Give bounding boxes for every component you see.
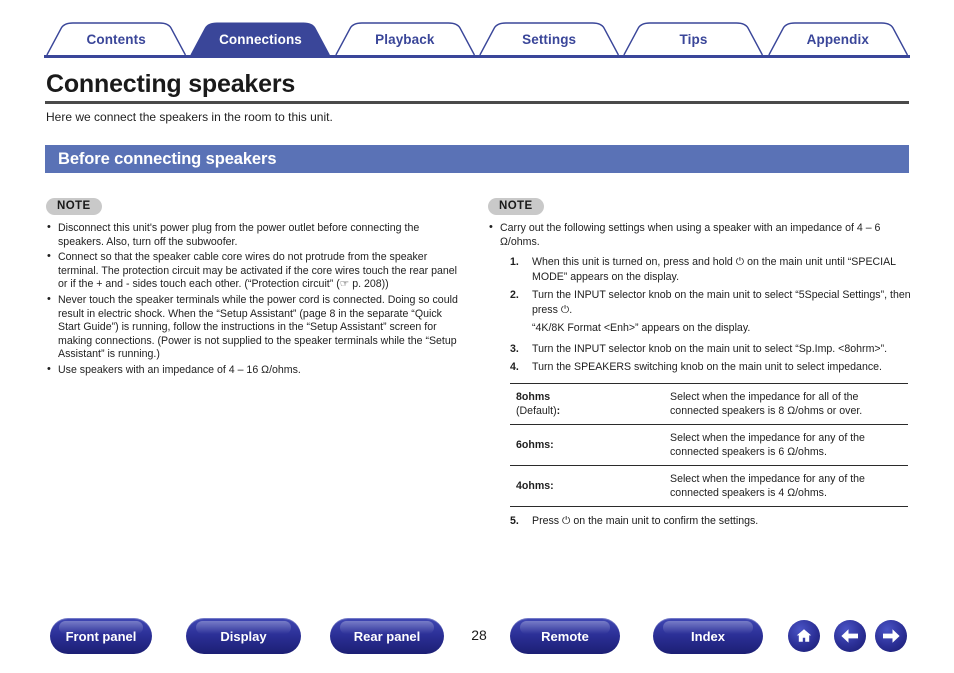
tab-settings[interactable]: Settings bbox=[476, 22, 622, 56]
remote-button[interactable]: Remote bbox=[510, 618, 620, 654]
impedance-label: 4ohms: bbox=[516, 480, 554, 493]
impedance-table: 8ohms (Default): Select when the impedance… bbox=[510, 383, 908, 508]
final-step-number: 5. bbox=[510, 515, 519, 528]
tab-bar: Contents Connections Playback Settings Tips A… bbox=[44, 22, 910, 58]
right-column: NOTE Carry out the following settings wh… bbox=[488, 196, 912, 529]
step-text: When this unit is turned on, press and h… bbox=[532, 256, 896, 284]
final-step: 5. Press ⏻ on the main unit to confirm t… bbox=[510, 514, 912, 529]
home-icon[interactable] bbox=[788, 620, 820, 652]
tab-contents[interactable]: Contents bbox=[44, 22, 189, 56]
right-note-list: Carry out the following settings when us… bbox=[488, 221, 912, 249]
list-item: Carry out the following settings when us… bbox=[488, 221, 912, 249]
left-note-list: Disconnect this unit's power plug from t… bbox=[46, 221, 466, 378]
table-row: 4ohms: Select when the impedance for any … bbox=[510, 465, 908, 508]
page-lead-text: Here we connect the speakers in the room… bbox=[46, 110, 333, 124]
step-number: 3. bbox=[510, 343, 519, 356]
table-row: 8ohms (Default): Select when the impedance… bbox=[510, 383, 908, 425]
table-cell-description: Select when the impedance for any of the… bbox=[670, 424, 908, 466]
step-number: 1. bbox=[510, 256, 519, 269]
arrow-right-icon[interactable] bbox=[875, 620, 907, 652]
table-cell-key: 8ohms (Default): bbox=[510, 383, 670, 425]
right-steps-second: 3. Turn the INPUT selector knob on the ma… bbox=[488, 342, 912, 375]
tab-label: Appendix bbox=[806, 31, 869, 47]
section-header-title: Before connecting speakers bbox=[58, 149, 277, 168]
tab-label: Tips bbox=[679, 31, 708, 47]
list-item: Disconnect this unit's power plug from t… bbox=[46, 221, 466, 249]
tab-label: Connections bbox=[219, 31, 302, 47]
page-number: 28 bbox=[471, 627, 487, 643]
note-badge-right: NOTE bbox=[488, 198, 544, 215]
impedance-label: 6ohms: bbox=[516, 439, 554, 452]
tab-connections[interactable]: Connections bbox=[188, 22, 333, 56]
tab-tips[interactable]: Tips bbox=[621, 22, 766, 56]
right-steps-first: 1. When this unit is turned on, press and… bbox=[488, 255, 912, 318]
table-cell-description: Select when the impedance for all of the… bbox=[670, 383, 908, 425]
table-cell-key: 6ohms: bbox=[510, 424, 670, 466]
list-item: Never touch the speaker terminals while … bbox=[46, 293, 466, 362]
step-text: Turn the INPUT selector knob on the main… bbox=[532, 289, 911, 317]
index-button[interactable]: Index bbox=[653, 618, 763, 654]
list-item: Connect so that the speaker cable core w… bbox=[46, 250, 466, 292]
final-step-text: Press ⏻ on the main unit to confirm the … bbox=[532, 515, 759, 528]
tab-playback[interactable]: Playback bbox=[332, 22, 477, 56]
step-item: 1. When this unit is turned on, press and… bbox=[510, 255, 912, 285]
table-row: 6ohms: Select when the impedance for any … bbox=[510, 424, 908, 466]
display-button[interactable]: Display bbox=[186, 618, 301, 654]
arrow-left-icon[interactable] bbox=[834, 620, 866, 652]
tab-label: Playback bbox=[375, 31, 435, 47]
page-title: Connecting speakers bbox=[46, 70, 296, 98]
tab-baseline bbox=[44, 55, 910, 58]
impedance-default-label: (Default) bbox=[516, 405, 557, 418]
step-item: 3. Turn the INPUT selector knob on the ma… bbox=[510, 342, 912, 357]
tab-appendix[interactable]: Appendix bbox=[765, 22, 910, 56]
note-badge-left: NOTE bbox=[46, 198, 102, 215]
left-column: NOTE Disconnect this unit's power plug f… bbox=[46, 196, 466, 380]
step-text: Turn the INPUT selector knob on the main… bbox=[532, 343, 888, 356]
step-number: 2. bbox=[510, 289, 519, 302]
list-item: Use speakers with an impedance of 4 – 16… bbox=[46, 363, 466, 378]
front-panel-button[interactable]: Front panel bbox=[50, 618, 152, 654]
title-divider bbox=[45, 101, 909, 104]
impedance-label: 8ohms bbox=[516, 391, 551, 404]
footer-navigation: Front panel Display Rear panel 28 Remote… bbox=[0, 618, 954, 658]
tab-label: Contents bbox=[86, 31, 146, 47]
impedance-default-colon: : bbox=[556, 405, 561, 418]
section-header: Before connecting speakers bbox=[45, 145, 909, 173]
step-item: 4. Turn the SPEAKERS switching knob on th… bbox=[510, 360, 912, 375]
substep-note: “4K/8K Format <Enh>” appears on the disp… bbox=[532, 322, 751, 335]
step-item: 2. Turn the INPUT selector knob on the ma… bbox=[510, 288, 912, 318]
table-cell-key: 4ohms: bbox=[510, 465, 670, 508]
table-cell-description: Select when the impedance for any of the… bbox=[670, 465, 908, 508]
step-number: 4. bbox=[510, 361, 519, 374]
step-text: Turn the SPEAKERS switching knob on the … bbox=[532, 361, 882, 374]
rear-panel-button[interactable]: Rear panel bbox=[330, 618, 444, 654]
tab-label: Settings bbox=[522, 31, 577, 47]
